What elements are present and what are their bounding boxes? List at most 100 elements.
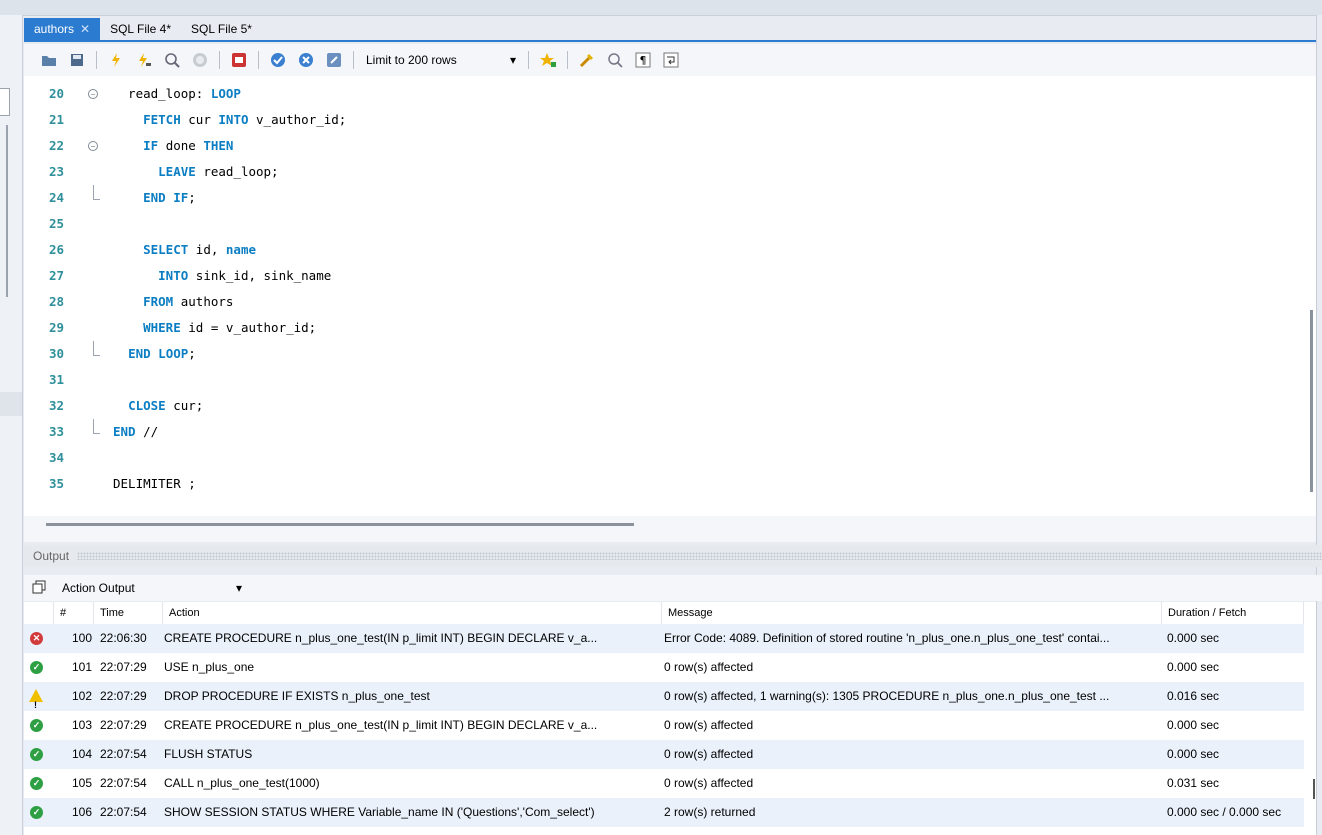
sql-text: ; — [188, 346, 196, 361]
editor-horizontal-scrollbar[interactable] — [46, 523, 634, 526]
table-row[interactable]: ✕ 100 22:06:30 CREATE PROCEDURE n_plus_one_… — [24, 624, 1304, 653]
table-row[interactable]: ✓ 101 22:07:29 USE n_plus_one 0 row(s) affec… — [24, 653, 1304, 682]
row-number: 106 — [71, 805, 92, 819]
tab-sql-file-5[interactable]: SQL File 5* — [181, 18, 262, 40]
commit-icon[interactable] — [267, 49, 289, 71]
column-header-duration[interactable]: Duration / Fetch — [1162, 602, 1304, 624]
toolbar-separator — [258, 51, 259, 69]
open-folder-icon[interactable] — [38, 49, 60, 71]
invisibles-icon[interactable]: ¶ — [632, 49, 654, 71]
sql-editor[interactable]: 20− read_loop: LOOP 21 FETCH cur INTO v_a… — [24, 76, 1316, 516]
sql-text: read_loop; — [195, 164, 279, 179]
execute-current-icon[interactable] — [133, 49, 155, 71]
code-line[interactable]: 34 — [24, 445, 1274, 471]
wrap-icon[interactable] — [660, 49, 682, 71]
code-line[interactable]: 20 − read_loop: LOOP — [24, 81, 1274, 107]
table-row[interactable]: ✓ 105 22:07:54 CALL n_plus_one_test(1000) 0 … — [24, 769, 1304, 798]
row-duration: 0.000 sec — [1167, 631, 1220, 645]
column-header-number[interactable]: # — [54, 602, 94, 624]
sql-text: v_author_id; — [248, 112, 347, 127]
code-line[interactable]: 26 SELECT id, name — [24, 237, 1274, 263]
tab-authors[interactable]: authors ✕ — [24, 18, 101, 40]
window-top-strip — [0, 0, 1322, 16]
code-line[interactable]: 31 — [24, 367, 1274, 393]
sql-keyword: LOOP — [210, 86, 241, 101]
tab-sql-file-4[interactable]: SQL File 4* — [100, 18, 181, 40]
row-time: 22:07:54 — [100, 805, 147, 819]
table-row[interactable]: ! 102 22:07:29 DROP PROCEDURE IF EXISTS n_p… — [24, 682, 1304, 711]
tab-underline — [24, 40, 1316, 42]
code-line[interactable]: 27 INTO sink_id, sink_name — [24, 263, 1274, 289]
row-number: 102 — [71, 689, 92, 703]
sql-text: done — [158, 138, 204, 153]
column-header-action[interactable]: Action — [163, 602, 662, 624]
svg-text:¶: ¶ — [640, 54, 647, 67]
code-line[interactable]: 33 END // — [24, 419, 1274, 445]
code-line[interactable]: 28 FROM authors — [24, 289, 1274, 315]
line-number: 25 — [48, 216, 64, 231]
code-line[interactable]: 25 — [24, 211, 1274, 237]
output-toolbar: Action Output ▾ — [24, 575, 1322, 601]
table-row[interactable]: ✓ 104 22:07:54 FLUSH STATUS 0 row(s) affecte… — [24, 740, 1304, 769]
sidebar-input-stub[interactable] — [0, 88, 10, 116]
save-icon[interactable] — [66, 49, 88, 71]
header-grip — [77, 552, 1322, 560]
code-line[interactable]: 29 WHERE id = v_author_id; — [24, 315, 1274, 341]
editor-vertical-scrollbar[interactable] — [1310, 310, 1313, 492]
sidebar-scrollbar[interactable] — [6, 125, 8, 297]
line-number: 29 — [48, 320, 64, 335]
output-panel-header: Output — [24, 545, 1322, 567]
fold-toggle-icon[interactable]: − — [88, 89, 98, 99]
line-number: 31 — [48, 372, 64, 387]
right-frame — [1316, 15, 1322, 835]
autocommit-icon[interactable] — [323, 49, 345, 71]
row-number: 103 — [71, 718, 92, 732]
code-line[interactable]: 23 LEAVE read_loop; — [24, 159, 1274, 185]
rollback-icon[interactable] — [295, 49, 317, 71]
code-line[interactable]: 22 − IF done THEN — [24, 133, 1274, 159]
line-number: 23 — [48, 164, 64, 179]
sql-text: cur; — [165, 398, 204, 413]
output-type-select[interactable]: Action Output ▾ — [62, 581, 242, 595]
table-row[interactable]: ✓ 103 22:07:29 CREATE PROCEDURE n_plus_one_… — [24, 711, 1304, 740]
column-header-time[interactable]: Time — [94, 602, 163, 624]
limit-rows-select[interactable]: Limit to 200 rows ▾ — [362, 50, 520, 70]
sidebar-selected-item[interactable] — [0, 392, 22, 416]
close-icon[interactable]: ✕ — [80, 22, 90, 36]
sql-text: cur — [180, 112, 219, 127]
toolbar-separator — [567, 51, 568, 69]
tab-label: SQL File 4* — [110, 22, 172, 36]
toolbar-separator — [96, 51, 97, 69]
execute-icon[interactable] — [105, 49, 127, 71]
sql-text: DELIMITER ; — [113, 476, 196, 491]
line-number: 32 — [48, 398, 64, 413]
table-row[interactable]: ✓ 106 22:07:54 SHOW SESSION STATUS WHERE Va… — [24, 798, 1304, 827]
editor-hscroll-track — [24, 516, 1316, 542]
code-line[interactable]: 21 FETCH cur INTO v_author_id; — [24, 107, 1274, 133]
code-line[interactable]: 32 CLOSE cur; — [24, 393, 1274, 419]
chevron-down-icon: ▾ — [235, 581, 242, 595]
column-header-message[interactable]: Message — [662, 602, 1162, 624]
explain-icon[interactable] — [161, 49, 183, 71]
row-number: 101 — [71, 660, 92, 674]
copy-icon[interactable] — [32, 580, 48, 597]
add-snippet-icon[interactable] — [537, 49, 559, 71]
code-line[interactable]: 24 END IF; — [24, 185, 1274, 211]
find-icon[interactable] — [604, 49, 626, 71]
code-text: LEAVE read_loop; — [113, 159, 279, 185]
output-vertical-scrollbar[interactable] — [1313, 779, 1315, 799]
toggle-error-icon[interactable] — [228, 49, 250, 71]
code-line[interactable]: 30 END LOOP; — [24, 341, 1274, 367]
stop-icon[interactable] — [189, 49, 211, 71]
fold-toggle-icon[interactable]: − — [88, 141, 98, 151]
row-message: 0 row(s) affected — [664, 747, 754, 761]
sql-keyword: SELECT — [143, 242, 189, 257]
code-line[interactable]: 35 DELIMITER ; — [24, 471, 1274, 497]
beautify-icon[interactable] — [576, 49, 598, 71]
